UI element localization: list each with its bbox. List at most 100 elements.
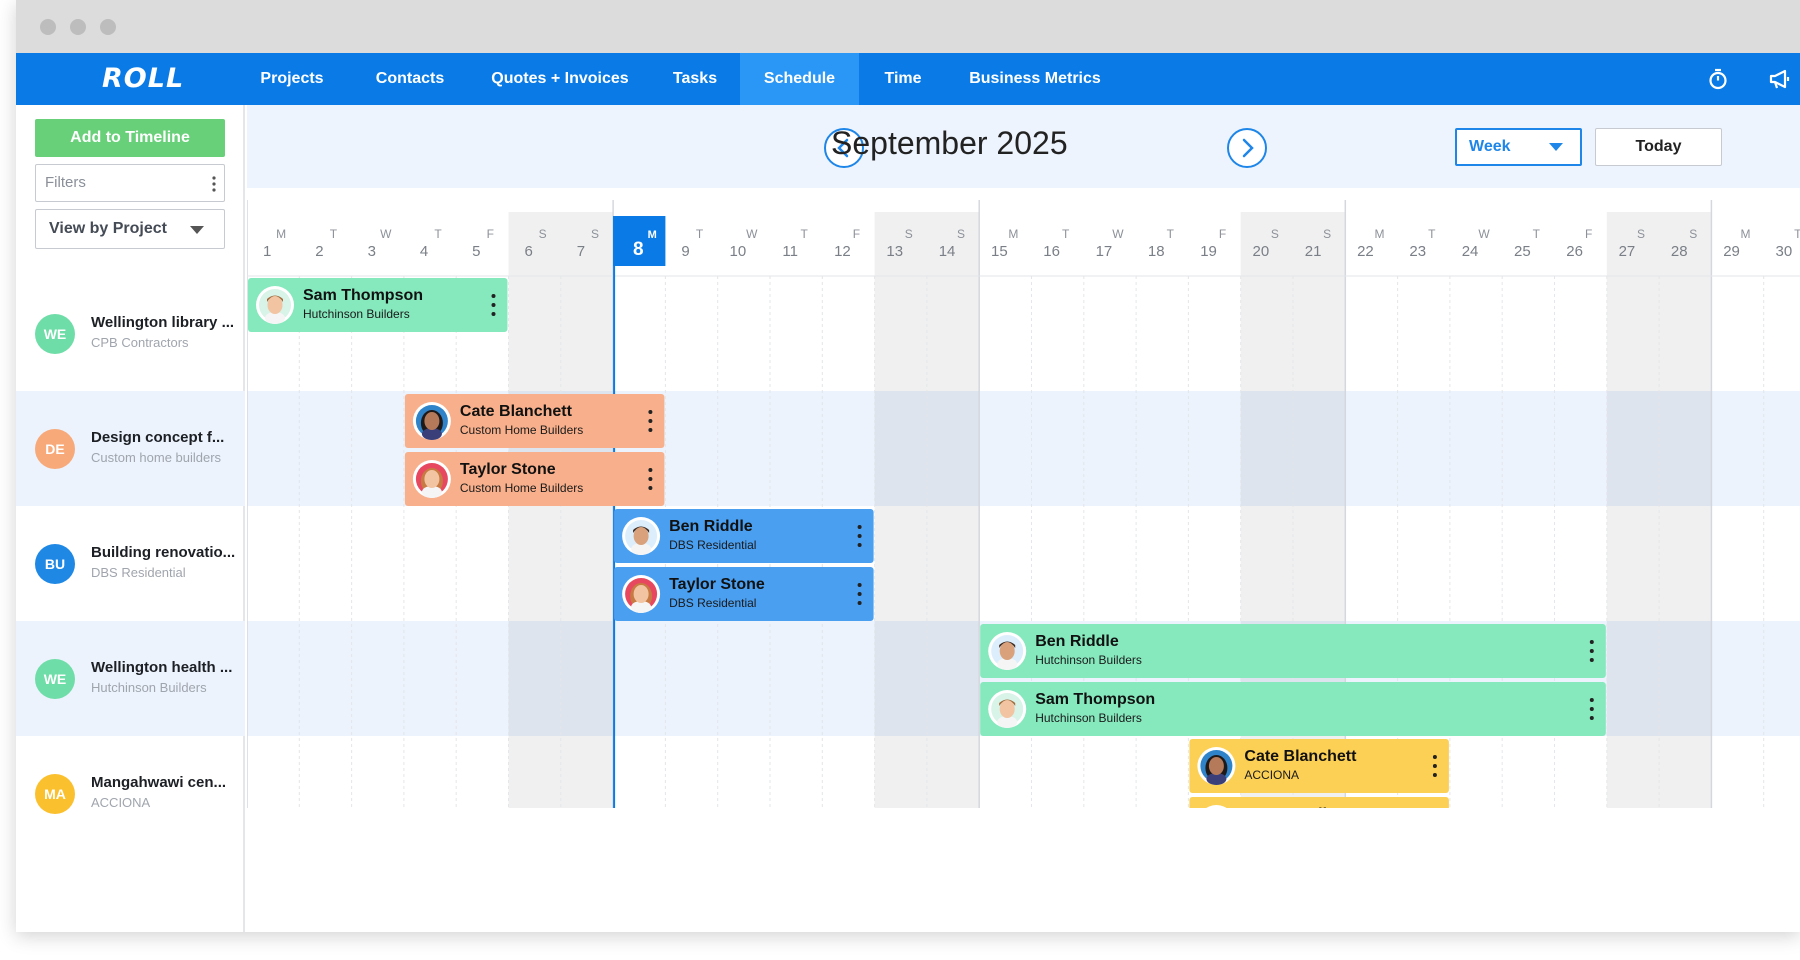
booking-company: Hutchinson Builders <box>1035 653 1142 667</box>
close-window-dot[interactable] <box>40 19 56 35</box>
megaphone-icon[interactable] <box>1768 67 1792 91</box>
project-client: Hutchinson Builders <box>91 679 207 695</box>
day-number[interactable]: 22 <box>1357 243 1374 260</box>
project-row[interactable]: WE Wellington health ... Hutchinson Builde… <box>16 621 245 736</box>
booking-bar[interactable]: Ben Riddle DBS Residential <box>614 509 874 563</box>
nav-contacts[interactable]: Contacts <box>350 53 470 105</box>
weekday-label: S <box>1637 227 1645 241</box>
project-row[interactable]: DE Design concept f... Custom home builder… <box>16 391 245 506</box>
booking-bar[interactable]: Taylor Stone Custom Home Builders <box>404 452 665 506</box>
day-number[interactable]: 25 <box>1514 243 1531 260</box>
chevron-right-icon <box>1242 138 1254 158</box>
booking-menu-icon[interactable] <box>648 468 653 490</box>
day-number[interactable]: 12 <box>834 243 851 260</box>
avatar-face <box>424 470 440 488</box>
booking-menu-icon[interactable] <box>648 410 653 432</box>
weekday-label: T <box>330 227 338 241</box>
project-client: ACCIONA <box>91 794 151 810</box>
booking-menu-icon[interactable] <box>1589 698 1594 720</box>
view-by-label: View by Project <box>49 220 167 237</box>
kebab-dot <box>648 486 653 490</box>
day-number[interactable]: 26 <box>1566 243 1583 260</box>
day-number[interactable]: 24 <box>1462 243 1479 260</box>
day-number[interactable]: 30 <box>1776 243 1793 260</box>
minimize-window-dot[interactable] <box>70 19 86 35</box>
kebab-dot <box>1589 698 1594 702</box>
day-number[interactable]: 27 <box>1619 243 1636 260</box>
nav-time[interactable]: Time <box>859 53 947 105</box>
sidebar: Add to Timeline Filters View by Project … <box>16 105 245 932</box>
booking-company: DBS Residential <box>669 538 756 552</box>
kebab-dot <box>648 410 653 414</box>
project-row[interactable]: MA Mangahwawi cen... ACCIONA <box>16 736 245 851</box>
nav-quotes-invoices[interactable]: Quotes + Invoices <box>470 53 650 105</box>
booking-bar[interactable]: Taylor Stone DBS Residential <box>614 567 874 621</box>
day-number[interactable]: 23 <box>1409 243 1426 260</box>
nav-tasks[interactable]: Tasks <box>650 53 740 105</box>
project-name: Wellington health ... <box>91 658 233 676</box>
weekday-label: W <box>380 227 392 241</box>
day-number[interactable]: 13 <box>886 243 903 260</box>
today-button[interactable]: Today <box>1595 128 1722 166</box>
day-number[interactable]: 4 <box>420 243 428 260</box>
day-number[interactable]: 7 <box>577 243 585 260</box>
day-number[interactable]: 8 <box>633 239 644 260</box>
project-row[interactable]: BU Building renovatio... DBS Residential <box>16 506 245 621</box>
weekday-label: W <box>1112 227 1124 241</box>
booking-bar[interactable]: Cate Blanchett ACCIONA <box>1189 739 1449 793</box>
day-number[interactable]: 28 <box>1671 243 1688 260</box>
booking-bar[interactable]: Cate Blanchett Custom Home Builders <box>404 394 665 448</box>
booking-bar[interactable]: Ben Riddle Hutchinson Builders <box>980 624 1606 678</box>
roll-logo[interactable]: ROLL <box>102 63 184 94</box>
day-number[interactable]: 1 <box>263 243 271 260</box>
day-number[interactable]: 9 <box>681 243 689 260</box>
day-number[interactable]: 21 <box>1305 243 1322 260</box>
booking-company: Custom Home Builders <box>460 423 583 437</box>
day-number[interactable]: 3 <box>368 243 376 260</box>
day-number[interactable]: 5 <box>472 243 480 260</box>
day-number[interactable]: 18 <box>1148 243 1165 260</box>
booking-bar[interactable]: Sam Thompson Hutchinson Builders <box>980 682 1606 736</box>
avatar-face <box>999 642 1015 660</box>
day-number[interactable]: 20 <box>1253 243 1270 260</box>
filters-input[interactable]: Filters <box>35 164 225 202</box>
kebab-dot <box>1432 764 1437 768</box>
kebab-dot <box>648 419 653 423</box>
add-to-timeline-button[interactable]: Add to Timeline <box>35 119 225 157</box>
day-number[interactable]: 14 <box>939 243 956 260</box>
day-number[interactable]: 15 <box>991 243 1008 260</box>
day-number[interactable]: 6 <box>524 243 532 260</box>
day-number[interactable]: 2 <box>315 243 323 260</box>
day-number[interactable]: 17 <box>1096 243 1113 260</box>
day-number[interactable]: 29 <box>1723 243 1740 260</box>
nav-schedule[interactable]: Schedule <box>740 53 859 105</box>
project-client: CPB Contractors <box>91 334 189 350</box>
booking-bar[interactable]: Susan ColletteACCIONA <box>1189 797 1449 808</box>
range-select[interactable]: Week <box>1455 128 1582 166</box>
view-by-select[interactable]: View by Project <box>35 209 225 249</box>
kebab-dot <box>648 477 653 481</box>
maximize-window-dot[interactable] <box>100 19 116 35</box>
next-month-button[interactable] <box>1227 128 1267 168</box>
day-number[interactable]: 11 <box>782 243 798 260</box>
weekday-label: T <box>1167 227 1175 241</box>
day-number[interactable]: 10 <box>730 243 747 260</box>
day-number[interactable]: 16 <box>1043 243 1060 260</box>
weekend-shade <box>1659 212 1712 808</box>
weekday-label: F <box>1585 227 1592 241</box>
filters-menu-icon[interactable] <box>212 176 216 192</box>
booking-menu-icon[interactable] <box>1589 640 1594 662</box>
stopwatch-icon[interactable] <box>1706 67 1730 91</box>
weekday-label: S <box>1323 227 1331 241</box>
project-row[interactable]: WE Wellington library ... CPB Contractors <box>16 276 245 391</box>
booking-bar[interactable]: Sam Thompson Hutchinson Builders <box>248 278 508 332</box>
booking-menu-icon[interactable] <box>857 525 862 547</box>
booking-menu-icon[interactable] <box>1432 755 1437 777</box>
booking-menu-icon[interactable] <box>491 294 496 316</box>
avatar-face <box>633 585 649 603</box>
nav-projects[interactable]: Projects <box>234 53 350 105</box>
booking-menu-icon[interactable] <box>857 583 862 605</box>
day-number[interactable]: 19 <box>1200 243 1217 260</box>
nav-business-metrics[interactable]: Business Metrics <box>947 53 1123 105</box>
weekday-label: T <box>696 227 704 241</box>
